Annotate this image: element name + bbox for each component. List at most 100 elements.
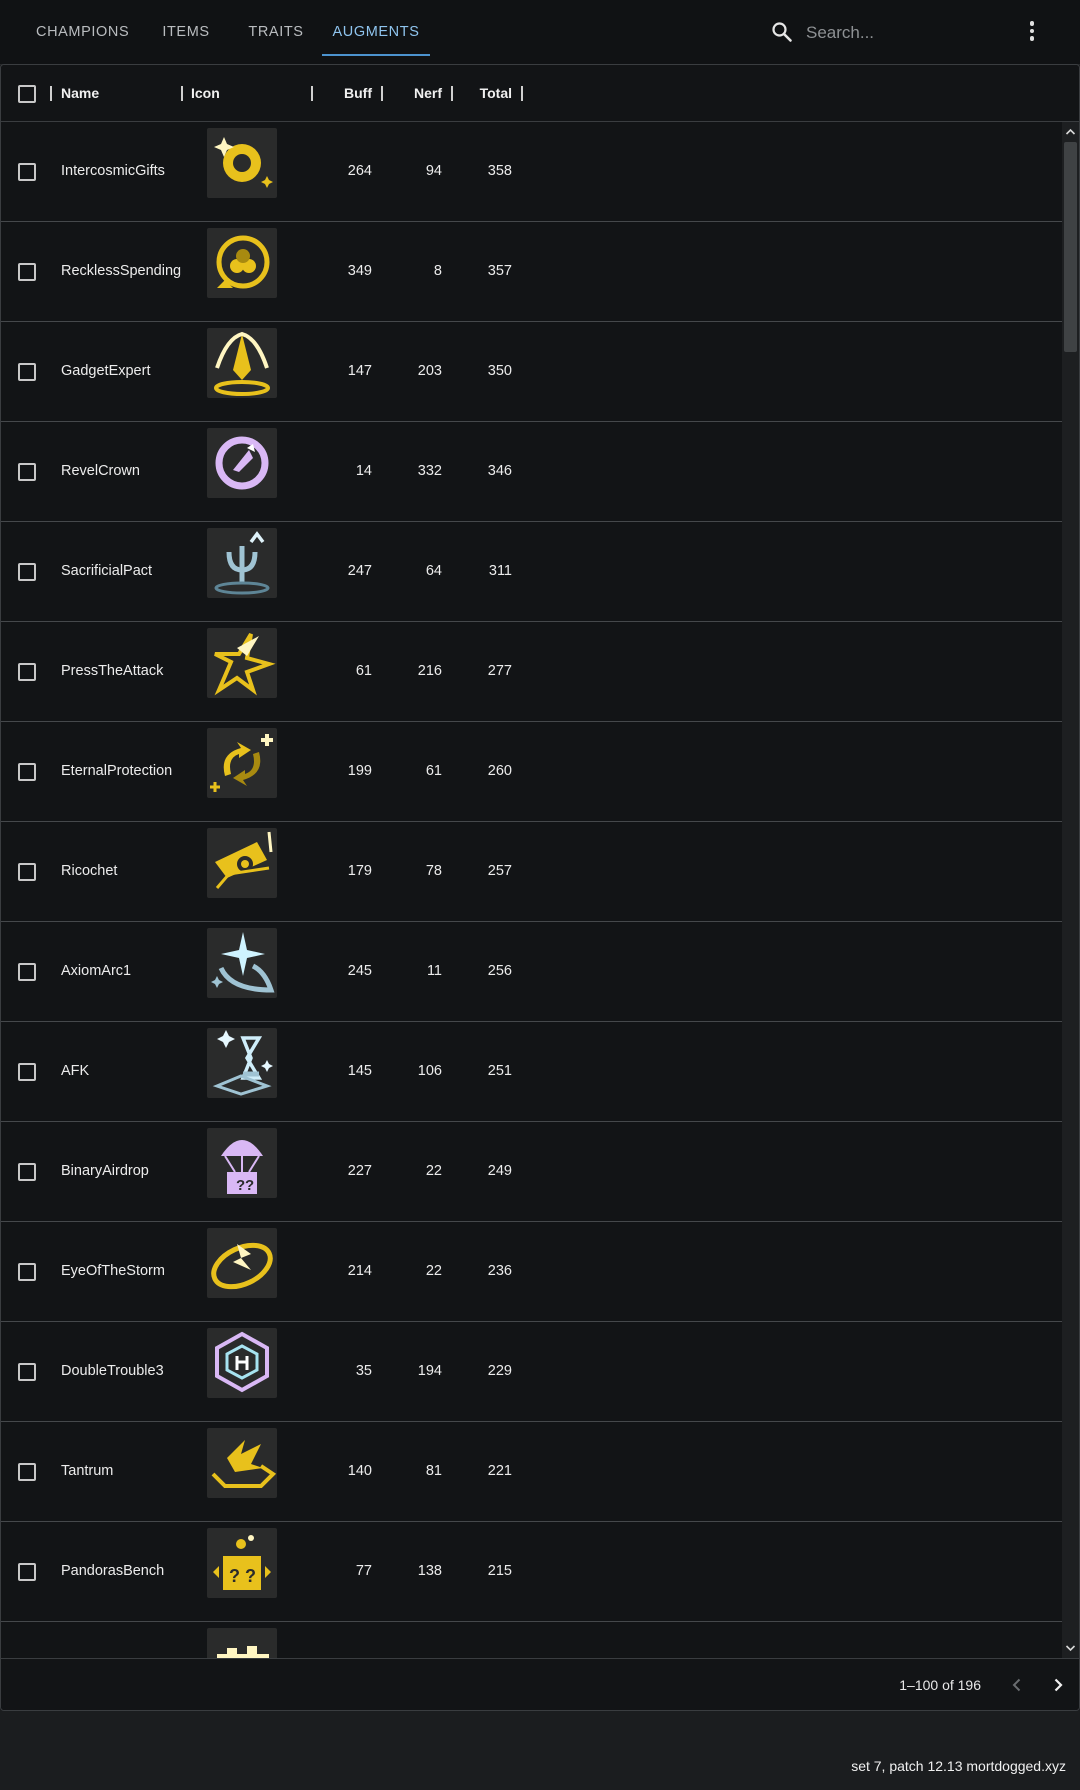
- table-row[interactable]: SacrificialPact 247 64 311: [1, 522, 1062, 622]
- row-select-checkbox[interactable]: [18, 1163, 36, 1181]
- augment-name: EyeOfTheStorm: [61, 1263, 165, 1279]
- grid-footer: 1–100 of 196: [1, 1658, 1079, 1710]
- table-row[interactable]: AFK 145 106 251: [1, 1022, 1062, 1122]
- tab-champions[interactable]: CHAMPIONS: [36, 0, 129, 56]
- augment-name: PandorasBench: [61, 1563, 165, 1579]
- augment-name: SacrificialPact: [61, 563, 153, 579]
- buff-value: 264: [347, 163, 372, 179]
- augment-name: Ricochet: [61, 863, 118, 879]
- augment-name: RevelCrown: [61, 463, 140, 479]
- afk-icon: [212, 1030, 273, 1096]
- row-select-checkbox[interactable]: [18, 963, 36, 981]
- scrollbar-thumb[interactable]: [1064, 142, 1077, 352]
- table-row[interactable]: RevelCrown 14 332 346: [1, 422, 1062, 522]
- augment-icon-cell: [207, 1028, 277, 1098]
- column-separator[interactable]: [181, 86, 183, 101]
- total-value: 346: [487, 463, 512, 479]
- nerf-value: 216: [417, 663, 442, 679]
- augment-icon-cell: [207, 628, 277, 698]
- tab-traits[interactable]: TRAITS: [246, 0, 306, 56]
- row-select-checkbox[interactable]: [18, 363, 36, 381]
- augment-name: AxiomArc1: [61, 963, 132, 979]
- column-header-nerf[interactable]: Nerf: [391, 65, 442, 121]
- buff-value: 77: [355, 1563, 372, 1579]
- table-row[interactable]: Tantrum 140 81 221: [1, 1422, 1062, 1522]
- column-header-name[interactable]: Name: [61, 65, 99, 121]
- row-select-checkbox[interactable]: [18, 763, 36, 781]
- column-separator[interactable]: [50, 86, 52, 101]
- nerf-value: 106: [417, 1063, 442, 1079]
- augment-icon-cell: [207, 228, 277, 298]
- nerf-value: 94: [425, 163, 442, 179]
- vertical-scrollbar[interactable]: [1062, 122, 1079, 1658]
- table-row[interactable]: BinaryAirdrop?? 227 22 249: [1, 1122, 1062, 1222]
- table-row[interactable]: EternalProtection 199 61 260: [1, 722, 1062, 822]
- table-row[interactable]: DoubleTrouble3 35 194 229: [1, 1322, 1062, 1422]
- next-page-icon[interactable]: [1046, 1673, 1070, 1697]
- tab-augments[interactable]: AUGMENTS: [330, 0, 422, 56]
- total-value: 229: [487, 1363, 512, 1379]
- partial-augment-icon: [217, 1646, 269, 1658]
- binary-airdrop-icon: ??: [221, 1140, 263, 1194]
- total-value: 257: [487, 863, 512, 879]
- svg-text:?: ?: [245, 1177, 254, 1194]
- nerf-value: 332: [417, 463, 442, 479]
- column-separator[interactable]: [521, 86, 523, 101]
- total-value: 277: [487, 663, 512, 679]
- nerf-value: [391, 1622, 442, 1658]
- svg-text:?: ?: [236, 1177, 245, 1194]
- table-row[interactable]: PandorasBench?? 77 138 215: [1, 1522, 1062, 1622]
- column-header-buff[interactable]: Buff: [321, 65, 372, 121]
- column-separator[interactable]: [451, 86, 453, 101]
- buff-value: 140: [347, 1463, 372, 1479]
- augment-icon-cell: [207, 128, 277, 198]
- table-row[interactable]: RecklessSpending 349 8 357: [1, 222, 1062, 322]
- row-select-checkbox[interactable]: [18, 563, 36, 581]
- scroll-down-arrow-icon[interactable]: [1064, 1642, 1077, 1654]
- column-separator[interactable]: [381, 86, 383, 101]
- row-select-checkbox[interactable]: [18, 1063, 36, 1081]
- row-select-checkbox[interactable]: [18, 1463, 36, 1481]
- search-input[interactable]: [804, 16, 998, 50]
- select-all-checkbox[interactable]: [18, 85, 36, 103]
- nerf-value: 194: [417, 1363, 442, 1379]
- buff-value: 245: [347, 963, 372, 979]
- buff-value: 147: [347, 363, 372, 379]
- augment-icon-cell: ??: [207, 1528, 277, 1598]
- more-vert-icon[interactable]: [1020, 18, 1044, 46]
- row-select-checkbox[interactable]: [18, 863, 36, 881]
- table-row[interactable]: PressTheAttack 61 216 277: [1, 622, 1062, 722]
- revel-crown-icon: [215, 436, 269, 490]
- table-row[interactable]: AxiomArc1 245 11 256: [1, 922, 1062, 1022]
- augment-icon-cell: [207, 428, 277, 498]
- table-row[interactable]: EyeOfTheStorm 214 22 236: [1, 1222, 1062, 1322]
- table-row[interactable]: Ricochet 179 78 257: [1, 822, 1062, 922]
- row-select-checkbox[interactable]: [18, 463, 36, 481]
- scroll-up-arrow-icon[interactable]: [1064, 126, 1077, 138]
- column-header-icon[interactable]: Icon: [191, 65, 220, 121]
- previous-page-icon[interactable]: [1005, 1673, 1029, 1697]
- row-select-checkbox[interactable]: [18, 663, 36, 681]
- table-row[interactable]: IntercosmicGifts 264 94 358: [1, 122, 1062, 222]
- search-icon[interactable]: [770, 20, 794, 44]
- column-header-total[interactable]: Total: [461, 65, 512, 121]
- row-select-checkbox[interactable]: [18, 1563, 36, 1581]
- augment-name: GadgetExpert: [61, 363, 151, 379]
- row-select-checkbox[interactable]: [18, 163, 36, 181]
- nerf-value: 203: [417, 363, 442, 379]
- total-value: 236: [487, 1263, 512, 1279]
- column-separator[interactable]: [311, 86, 313, 101]
- table-row[interactable]: [1, 1622, 1062, 1658]
- total-value: 350: [487, 363, 512, 379]
- total-value: 311: [488, 563, 512, 579]
- table-row[interactable]: GadgetExpert 147 203 350: [1, 322, 1062, 422]
- total-value: 260: [487, 763, 512, 779]
- augment-name: PressTheAttack: [61, 663, 164, 679]
- tab-items[interactable]: ITEMS: [160, 0, 212, 56]
- eye-of-the-storm-icon: [211, 1242, 273, 1290]
- row-select-checkbox[interactable]: [18, 1363, 36, 1381]
- eternal-protection-icon: [210, 734, 273, 792]
- augment-icon-cell: [207, 828, 277, 898]
- row-select-checkbox[interactable]: [18, 1263, 36, 1281]
- row-select-checkbox[interactable]: [18, 263, 36, 281]
